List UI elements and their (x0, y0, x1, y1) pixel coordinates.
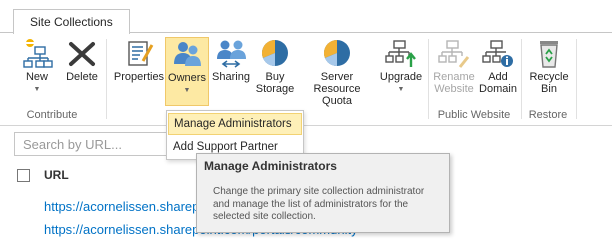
group-label-contribute: Contribute (26, 109, 78, 121)
sharing-icon (217, 40, 246, 68)
tooltip-title: Manage Administrators (204, 159, 337, 173)
upgrade-label: Upgrade (379, 71, 423, 83)
storage-pie-icon (262, 40, 288, 66)
buy-storage-button[interactable]: Buy Storage (254, 37, 296, 105)
owners-icon (174, 42, 201, 66)
properties-icon (128, 41, 154, 66)
group-divider (576, 39, 577, 119)
group-restore: Recycle Bin Restore (522, 33, 574, 125)
ribbon-tab-strip: Site Collections (0, 0, 612, 34)
new-icon (23, 39, 53, 68)
delete-label: Delete (66, 71, 98, 83)
add-domain-label: Add (488, 71, 508, 83)
recycle-label: Recycle (529, 71, 569, 83)
upgrade-icon (385, 40, 416, 67)
tab-site-collections[interactable]: Site Collections (13, 9, 130, 34)
delete-button[interactable]: Delete (62, 37, 102, 105)
recycle-bin-button[interactable]: Recycle Bin (526, 37, 572, 105)
chevron-down-icon: ▼ (397, 86, 405, 93)
owners-label: Owners (168, 72, 206, 84)
add-domain-label-2: Domain (479, 83, 517, 95)
rename-label: Rename (433, 71, 475, 83)
upgrade-button[interactable]: Upgrade ▼ (379, 37, 423, 105)
recycle-label-2: Bin (541, 83, 557, 95)
search-input[interactable]: Search by URL... (14, 132, 174, 156)
tooltip: Manage Administrators Change the primary… (196, 153, 450, 233)
menu-item-manage-administrators[interactable]: Manage Administrators (168, 113, 302, 135)
buy-storage-label: Buy (265, 71, 285, 83)
column-header-url[interactable]: URL (44, 168, 69, 182)
rename-website-button[interactable]: Rename Website (433, 37, 475, 105)
tooltip-description: Change the primary site collection admin… (213, 186, 425, 222)
sharing-button[interactable]: Sharing (209, 37, 253, 105)
add-domain-icon (482, 40, 513, 67)
rename-label-2: Website (434, 83, 474, 95)
select-all-checkbox[interactable] (17, 169, 30, 182)
sharing-label: Sharing (212, 71, 250, 83)
group-contribute: New ▼ Delete Contribute (0, 33, 104, 125)
quota-pie-icon (324, 40, 350, 66)
server-quota-label-2: Quota (322, 95, 352, 107)
group-public-website: Rename Website Add Domain Public Website (429, 33, 519, 125)
group-label-public-website: Public Website (437, 109, 511, 121)
chevron-down-icon: ▼ (33, 86, 41, 93)
properties-label: Properties (113, 71, 165, 83)
buy-storage-label-2: Storage (255, 83, 295, 95)
properties-button[interactable]: Properties (112, 37, 166, 105)
owners-button[interactable]: Owners ▼ (165, 37, 209, 106)
recycle-bin-icon (540, 41, 558, 68)
add-domain-button[interactable]: Add Domain (477, 37, 519, 105)
server-resource-quota-button[interactable]: Server Resource Quota (297, 37, 377, 107)
server-quota-label: Server Resource (313, 71, 361, 95)
ribbon: New ▼ Delete Contribute Properties Owner… (0, 32, 612, 126)
new-label: New (25, 71, 48, 83)
chevron-down-icon: ▼ (183, 87, 191, 94)
group-label-restore: Restore (528, 109, 568, 121)
rename-icon (438, 40, 470, 68)
new-button[interactable]: New ▼ (14, 37, 60, 105)
delete-icon (69, 42, 95, 66)
